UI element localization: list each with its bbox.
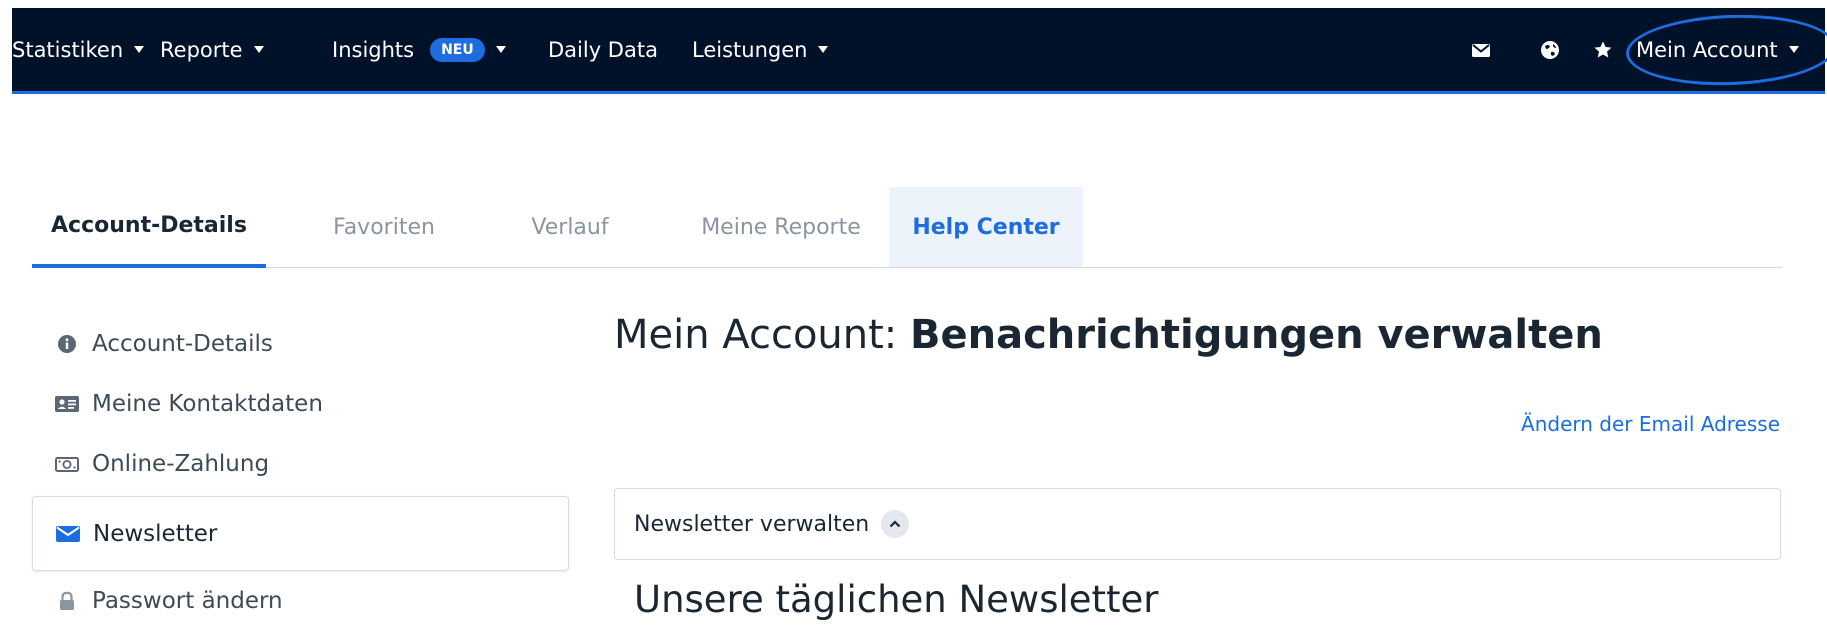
tab-label: Account-Details (51, 213, 247, 238)
page: Statistiken Reporte Insights NEU Daily D… (0, 0, 1827, 640)
page-title: Mein Account: Benachrichtigungen verwalt… (614, 312, 1603, 358)
star-icon[interactable] (1590, 8, 1616, 91)
money-icon (54, 455, 80, 473)
lock-icon (54, 591, 80, 611)
sidebar-item-label: Newsletter (93, 520, 218, 547)
nav-item-label: Reporte (160, 37, 243, 62)
info-icon (54, 334, 80, 354)
sidebar-item-online-zahlung[interactable]: Online-Zahlung (32, 434, 569, 494)
sidebar-item-label: Meine Kontaktdaten (92, 391, 323, 417)
sidebar-item-newsletter[interactable]: Newsletter (32, 496, 569, 571)
sidebar-item-label: Account-Details (92, 331, 273, 357)
globe-icon[interactable] (1537, 8, 1563, 91)
tab-meine-reporte[interactable]: Meine Reporte (666, 187, 896, 267)
top-navigation-bar: Statistiken Reporte Insights NEU Daily D… (12, 8, 1827, 94)
nav-item-label: Daily Data (548, 37, 658, 62)
sidebar-item-label: Passwort ändern (92, 588, 283, 614)
account-tabs: Account-Details Favoriten Verlauf Meine … (32, 187, 1782, 268)
sidebar-item-passwort[interactable]: Passwort ändern (32, 571, 569, 631)
nav-item-leistungen[interactable]: Leistungen (692, 8, 829, 91)
page-title-prefix: Mein Account: (614, 312, 898, 358)
sidebar-item-label: Online-Zahlung (92, 451, 270, 477)
chevron-up-icon[interactable] (881, 510, 910, 538)
tab-label: Favoriten (333, 214, 435, 240)
contact-card-icon (54, 394, 80, 414)
tab-label: Help Center (912, 214, 1060, 240)
tab-account-details[interactable]: Account-Details (32, 187, 266, 268)
tab-label: Verlauf (531, 214, 609, 240)
envelope-icon (55, 524, 81, 544)
caret-down-icon (134, 46, 145, 53)
caret-down-icon (253, 46, 264, 53)
tab-label: Meine Reporte (701, 214, 861, 240)
change-email-link[interactable]: Ändern der Email Adresse (1521, 412, 1780, 436)
sidebar-item-kontaktdaten[interactable]: Meine Kontaktdaten (32, 374, 569, 434)
newsletter-accordion-header[interactable]: Newsletter verwalten (614, 488, 1781, 560)
section-heading: Unsere täglichen Newsletter (634, 578, 1159, 621)
sidebar-item-account-details[interactable]: Account-Details (32, 314, 569, 374)
mail-icon[interactable] (1468, 8, 1494, 91)
caret-down-icon (495, 46, 506, 53)
nav-item-label: Leistungen (692, 37, 808, 62)
nav-item-reporte[interactable]: Reporte (160, 8, 264, 91)
nav-item-label: Statistiken (12, 37, 124, 62)
new-badge: NEU (430, 37, 485, 62)
nav-item-statistiken[interactable]: Statistiken (12, 8, 145, 91)
caret-down-icon (818, 46, 829, 53)
nav-item-insights[interactable]: Insights NEU (332, 8, 506, 91)
tab-help-center[interactable]: Help Center (889, 187, 1083, 267)
accordion-label: Newsletter verwalten (634, 511, 870, 537)
tab-favoriten[interactable]: Favoriten (294, 187, 474, 267)
nav-item-label: Insights (332, 37, 415, 62)
page-title-strong: Benachrichtigungen verwalten (910, 312, 1603, 358)
tab-verlauf[interactable]: Verlauf (504, 187, 636, 267)
nav-item-daily-data[interactable]: Daily Data (548, 8, 658, 91)
